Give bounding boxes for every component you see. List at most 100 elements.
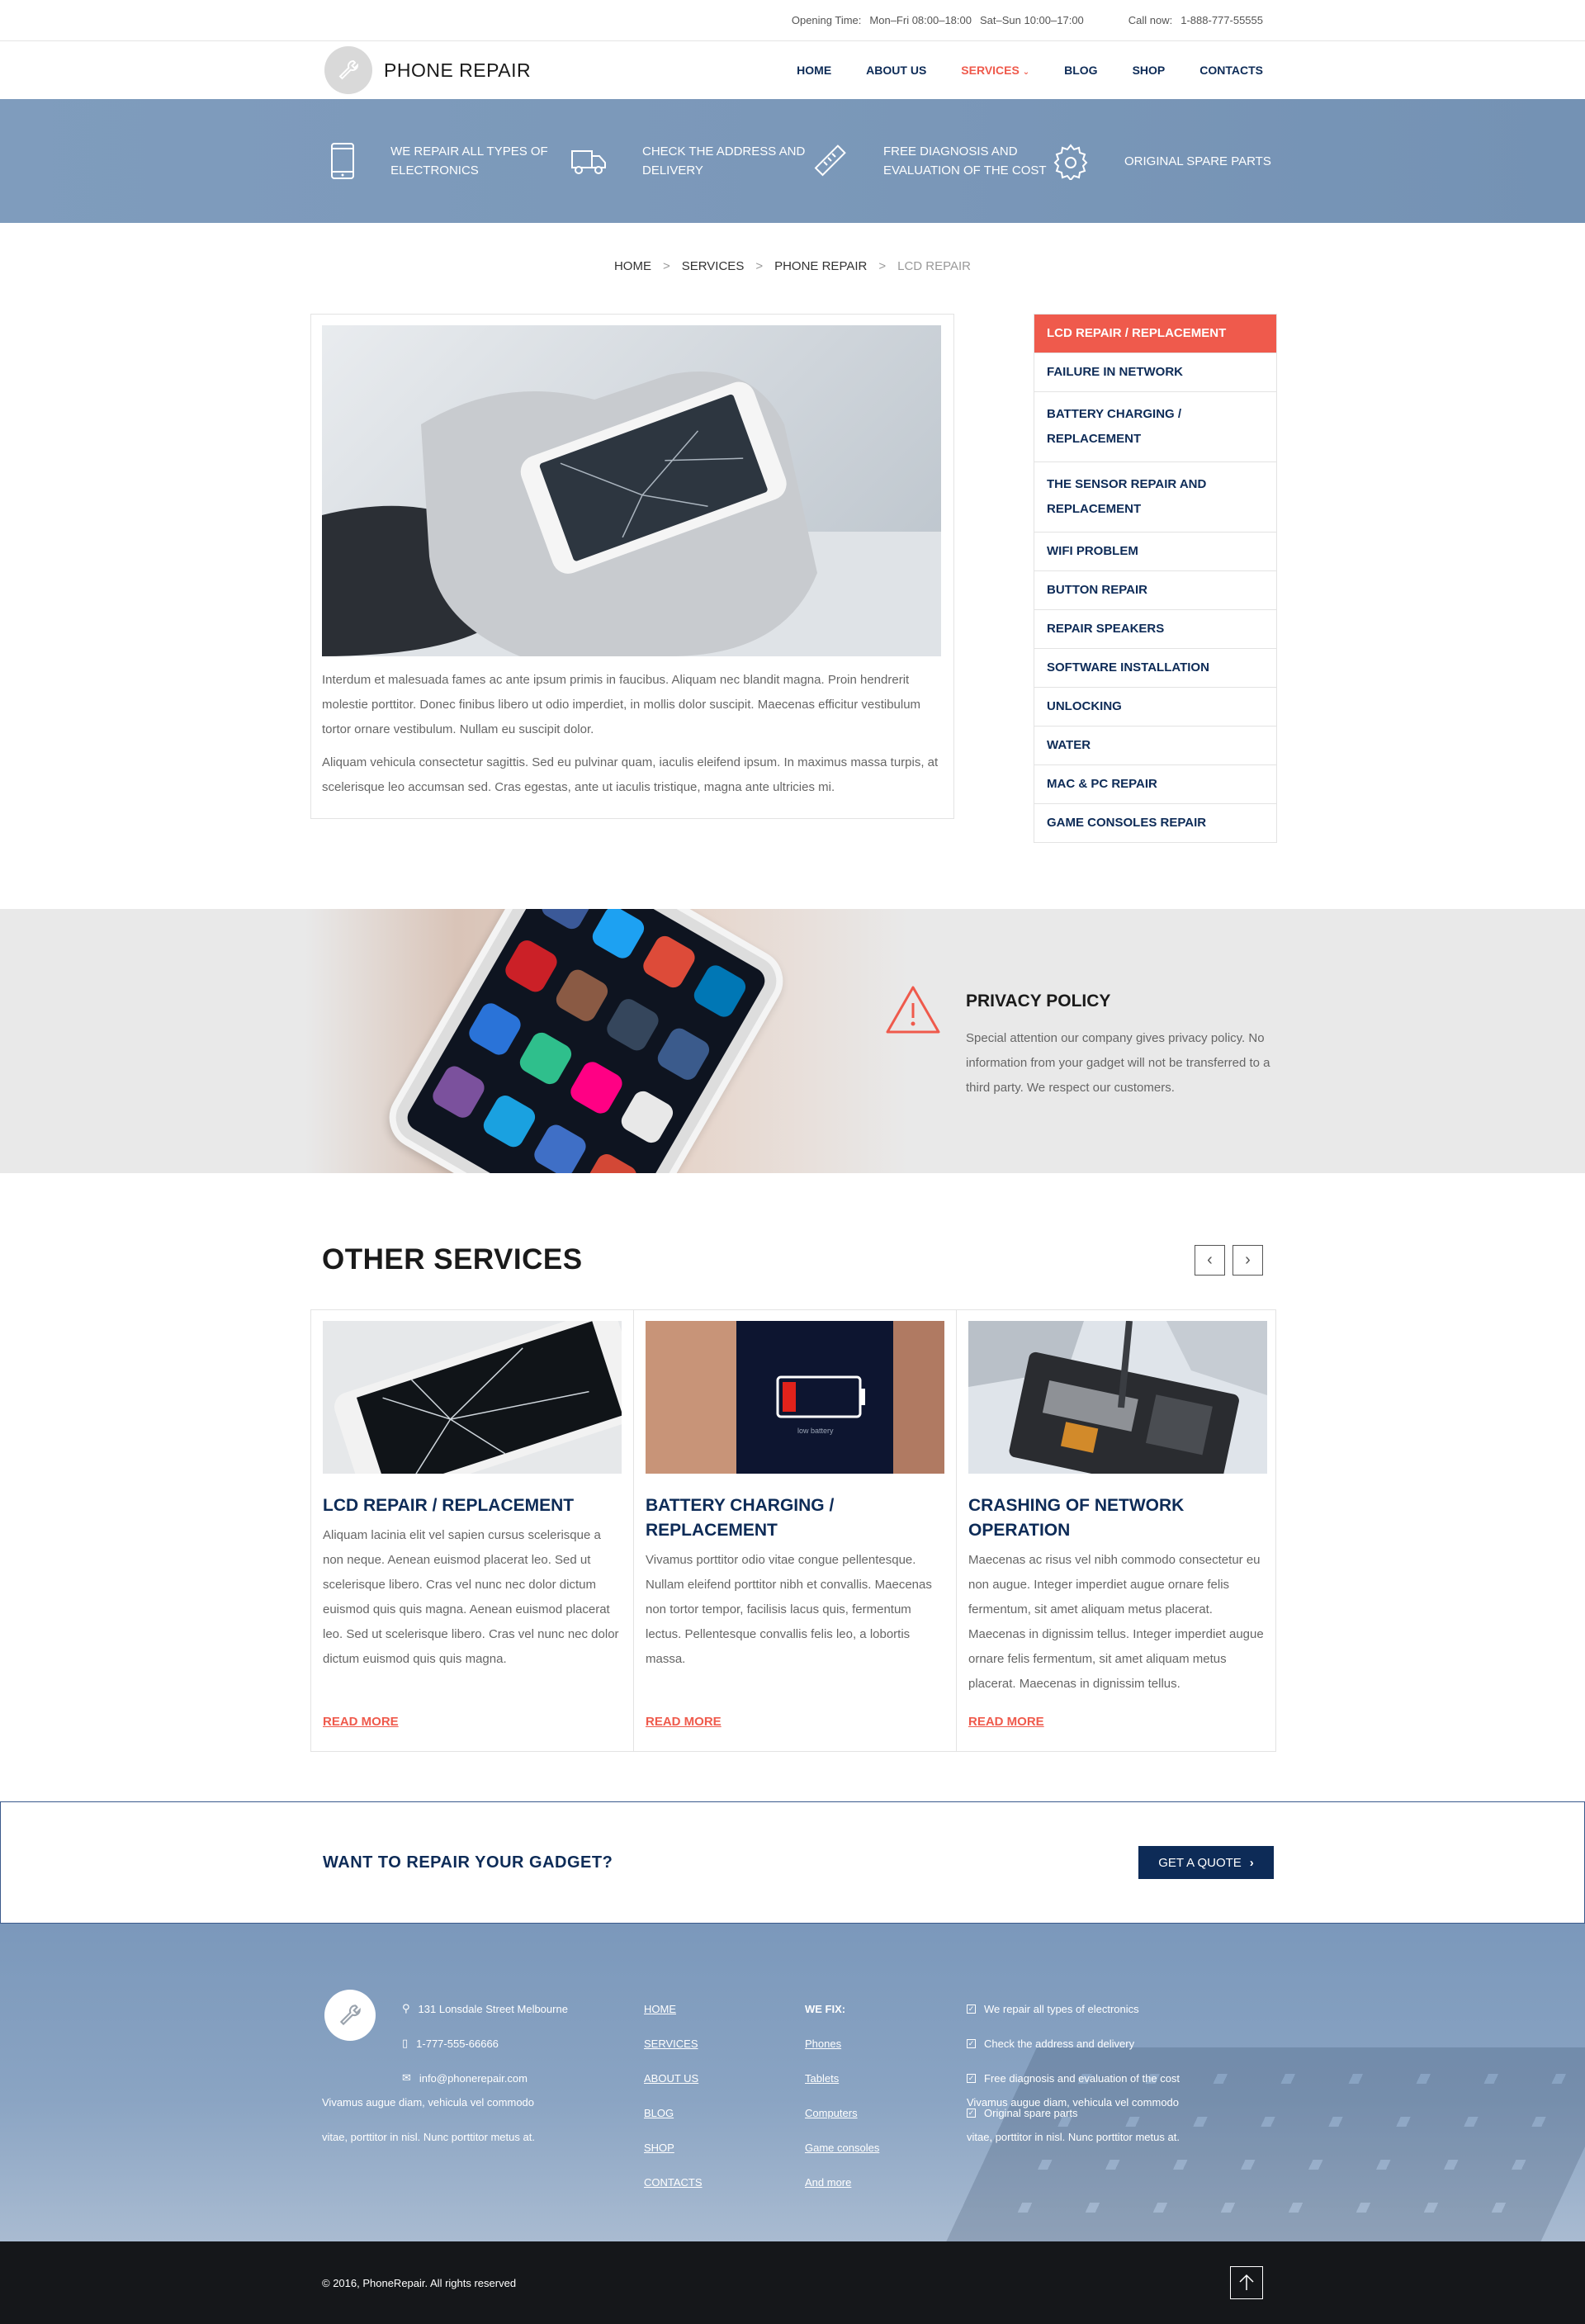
linkedin-app-icon <box>690 962 750 1021</box>
side-item-wifi-problem[interactable]: WIFI PROBLEM <box>1034 532 1276 570</box>
call-label: Call now: <box>1128 14 1173 26</box>
side-item-water[interactable]: WATER <box>1034 726 1276 764</box>
feature-text: Check the address and delivery <box>642 144 806 177</box>
service-description: Interdum et malesuada fames ac ante ipsu… <box>322 656 943 800</box>
copyright: © 2016, PhoneRepair. All rights reserved <box>322 2276 517 2289</box>
feature-text: Free diagnosis and evaluation of the cos… <box>883 144 1047 177</box>
chevron-left-icon: ‹ <box>1207 1250 1213 1269</box>
footer-link-blog[interactable]: BLOG <box>644 2095 703 2130</box>
vine-app-icon <box>516 1029 575 1088</box>
side-item-button-repair[interactable]: BUTTON REPAIR <box>1034 570 1276 609</box>
read-more-link[interactable]: READ MORE <box>323 1715 399 1729</box>
nav-blog[interactable]: BLOG <box>1064 64 1097 77</box>
service-card: low battery BATTERY CHARGING / REPLACEME… <box>633 1310 956 1751</box>
footer-link-shop[interactable]: SHOP <box>644 2130 703 2165</box>
feature-item: Free diagnosis and evaluation of the cos… <box>811 140 1052 182</box>
quote-cta: WANT TO REPAIR YOUR GADGET? GET A QUOTE … <box>0 1801 1585 1924</box>
side-item-failure-in-network[interactable]: FAILURE IN NETWORK <box>1034 353 1276 391</box>
side-item-unlocking[interactable]: UNLOCKING <box>1034 687 1276 726</box>
breadcrumb: HOME > SERVICES > PHONE REPAIR > LCD REPAIR <box>0 223 1585 314</box>
we-fix-game-consoles[interactable]: Game consoles <box>805 2130 879 2165</box>
phone-repair-image <box>968 1321 1267 1474</box>
checkbox-icon: ✓ <box>967 2073 976 2083</box>
footer-we-fix: WE FIX: Phones Tablets Computers Game co… <box>805 1991 879 2199</box>
chevron-right-icon: › <box>1245 1250 1251 1269</box>
footer-email-link[interactable]: info@phonerepair.com <box>419 2072 528 2085</box>
card-text: Aliquam lacinia elit vel sapien cursus s… <box>323 1528 619 1666</box>
bottom-bar: © 2016, PhoneRepair. All rights reserved <box>0 2241 1585 2324</box>
service-content-card: Interdum et malesuada fames ac ante ipsu… <box>310 314 954 819</box>
footer-feature-text: Free diagnosis and evaluation of the cos… <box>984 2071 1180 2085</box>
we-fix-computers[interactable]: Computers <box>805 2095 879 2130</box>
site-footer: ⚲ 131 Lonsdale Street Melbourne ▯ 1-777-55… <box>0 1924 1585 2241</box>
footer-description: Vivamus augue diam, vehicula vel commodo… <box>322 2096 535 2143</box>
ruler-icon <box>811 140 849 182</box>
logo-text: PHONE REPAIR <box>384 59 532 81</box>
footer-feature: ✓ Check the address and delivery <box>967 2026 1180 2061</box>
paragraph: Interdum et malesuada fames ac ante ipsu… <box>322 673 921 736</box>
service-card: LCD REPAIR / REPLACEMENT Aliquam lacinia… <box>311 1310 633 1751</box>
side-item-sensor-repair[interactable]: THE SENSOR REPAIR AND REPLACEMENT <box>1034 461 1276 532</box>
card-title: LCD REPAIR / REPLACEMENT <box>323 1496 575 1515</box>
privacy-title: PRIVACY POLICY <box>966 992 1111 1011</box>
breadcrumb-separator: > <box>662 259 670 273</box>
privacy-text: Special attention our company gives priv… <box>966 1031 1270 1095</box>
side-item-battery-charging[interactable]: BATTERY CHARGING / REPLACEMENT <box>1034 391 1276 461</box>
get-quote-button[interactable]: GET A QUOTE › <box>1138 1846 1274 1879</box>
envelope-icon: ✉ <box>402 2071 411 2084</box>
side-item-software-installation[interactable]: SOFTWARE INSTALLATION <box>1034 648 1276 687</box>
main-nav: HOME ABOUT US SERVICES ⌄ BLOG SHOP CONTA… <box>797 64 1263 77</box>
location-pin-icon: ⚲ <box>402 2002 410 2014</box>
nav-shop[interactable]: SHOP <box>1133 64 1166 77</box>
phone-link[interactable]: 1-888-777-55555 <box>1180 14 1263 26</box>
vimeo-app-icon <box>480 1091 539 1151</box>
site-header: PHONE REPAIR HOME ABOUT US SERVICES ⌄ BL… <box>0 41 1585 99</box>
we-fix-phones[interactable]: Phones <box>805 2026 879 2061</box>
main-content: Interdum et malesuada fames ac ante ipsu… <box>0 314 1585 843</box>
flickr-app-icon <box>566 1058 626 1117</box>
truck-icon <box>570 140 608 182</box>
card-title: CRASHING OF NETWORK OPERATION <box>968 1496 1185 1540</box>
we-fix-and-more[interactable]: And more <box>805 2165 879 2199</box>
footer-phone-link[interactable]: 1-777-555-66666 <box>416 2038 499 2050</box>
breadcrumb-home[interactable]: HOME <box>614 259 651 273</box>
meetup-app-icon <box>617 1087 677 1147</box>
breadcrumb-services[interactable]: SERVICES <box>682 259 745 273</box>
arrow-up-icon <box>1239 2274 1254 2290</box>
read-more-link[interactable]: READ MORE <box>646 1715 722 1729</box>
nav-services[interactable]: SERVICES ⌄ <box>961 64 1029 77</box>
opening-hours: Opening Time: Mon–Fri 08:00–18:00 Sat–Su… <box>792 14 1084 26</box>
nav-about-us[interactable]: ABOUT US <box>866 64 926 77</box>
breadcrumb-phone-repair[interactable]: PHONE REPAIR <box>774 259 867 273</box>
footer-link-home[interactable]: HOME <box>644 1991 703 2026</box>
we-fix-heading: WE FIX: <box>805 2002 846 2015</box>
address-text: 131 Lonsdale Street Melbourne <box>418 2002 568 2015</box>
wrench-icon <box>324 1990 376 2041</box>
nav-contacts[interactable]: CONTACTS <box>1199 64 1263 77</box>
feature-item: Check the address and delivery <box>570 140 811 182</box>
side-item-game-consoles-repair[interactable]: GAME CONSOLES REPAIR <box>1034 803 1276 842</box>
get-quote-label: GET A QUOTE <box>1158 1855 1242 1870</box>
side-item-repair-speakers[interactable]: REPAIR SPEAKERS <box>1034 609 1276 648</box>
footer-link-contacts[interactable]: CONTACTS <box>644 2165 703 2199</box>
instagram-app-icon <box>552 966 612 1025</box>
scroll-to-top-button[interactable] <box>1230 2266 1263 2299</box>
nav-services-label: SERVICES <box>961 64 1020 77</box>
phone-icon <box>329 140 356 182</box>
footer-feature: ✓ We repair all types of electronics <box>967 1991 1180 2026</box>
footer-link-services[interactable]: SERVICES <box>644 2026 703 2061</box>
side-item-lcd-repair[interactable]: LCD REPAIR / REPLACEMENT <box>1034 315 1276 353</box>
feature-text: Original spare parts <box>1124 154 1271 168</box>
read-more-link[interactable]: READ MORE <box>968 1715 1044 1729</box>
nav-home[interactable]: HOME <box>797 64 831 77</box>
we-fix-tablets[interactable]: Tablets <box>805 2061 879 2095</box>
prev-button[interactable]: ‹ <box>1195 1244 1225 1276</box>
cta-title: WANT TO REPAIR YOUR GADGET? <box>323 1853 613 1872</box>
weekday-hours: Mon–Fri 08:00–18:00 <box>869 14 972 26</box>
logo[interactable]: PHONE REPAIR <box>324 46 531 94</box>
footer-link-about-us[interactable]: ABOUT US <box>644 2061 703 2095</box>
wrench-icon <box>324 46 372 94</box>
side-item-mac-pc-repair[interactable]: MAC & PC REPAIR <box>1034 764 1276 803</box>
next-button[interactable]: › <box>1233 1244 1263 1276</box>
tumblr-app-icon <box>603 995 662 1054</box>
